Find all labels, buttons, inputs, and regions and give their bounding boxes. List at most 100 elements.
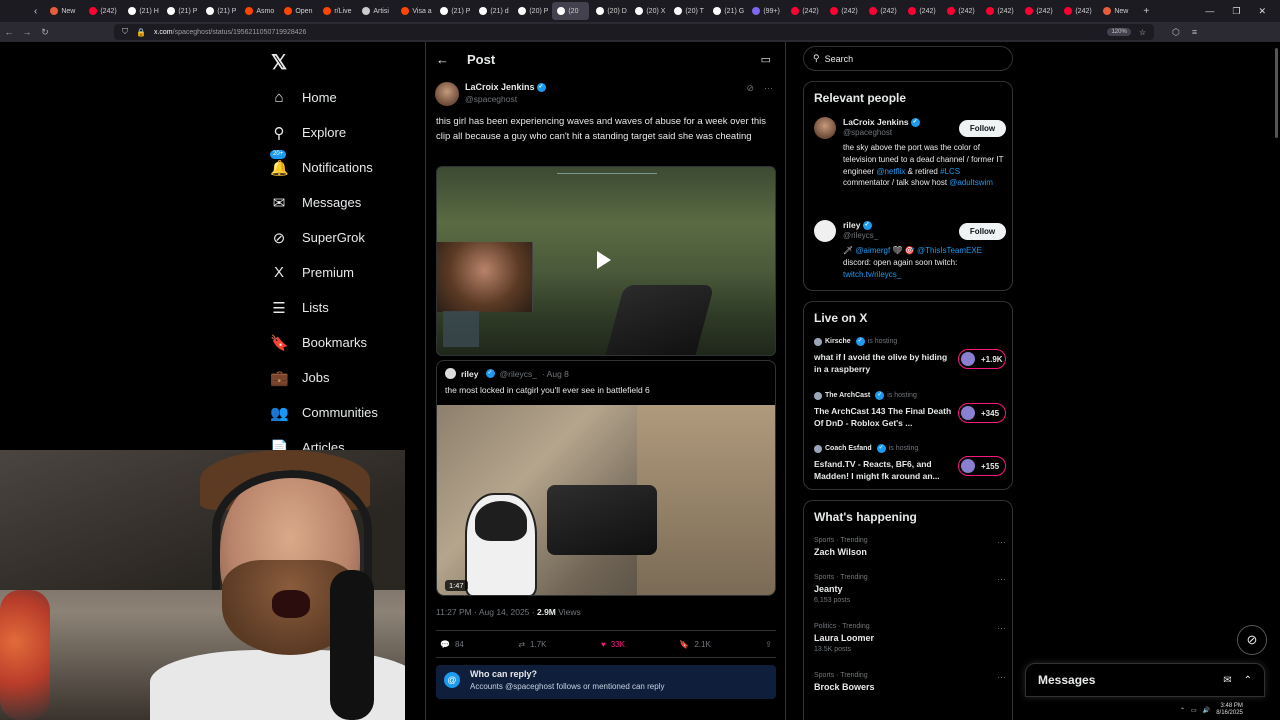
- browser-tab[interactable]: (20) X: [630, 2, 667, 20]
- forward-icon[interactable]: →: [18, 27, 36, 37]
- trend-item[interactable]: Sports · Trending Zach Wilson ···: [814, 537, 1006, 557]
- play-icon[interactable]: [597, 251, 611, 269]
- bio-link[interactable]: @netflix: [876, 167, 905, 176]
- search-input[interactable]: ⚲ Search: [803, 46, 1013, 71]
- listener-count-badge[interactable]: +155: [958, 456, 1006, 476]
- nav-item-home[interactable]: ⌂ Home: [270, 80, 378, 115]
- messages-drawer[interactable]: Messages ✉ ⌃: [1025, 663, 1265, 697]
- browser-tab[interactable]: New: [45, 2, 82, 20]
- browser-tab[interactable]: (242): [981, 2, 1018, 20]
- expand-icon[interactable]: ⌃: [1244, 675, 1252, 686]
- browser-tab[interactable]: Open: [279, 2, 316, 20]
- browser-tab[interactable]: (21) H: [123, 2, 160, 20]
- browser-tab[interactable]: (242): [942, 2, 979, 20]
- back-icon[interactable]: ←: [0, 27, 18, 37]
- close-icon[interactable]: ✕: [1258, 6, 1266, 17]
- bookmark-button[interactable]: 🔖 2.1K: [679, 640, 710, 649]
- tray-arrow-icon[interactable]: ⌃: [1180, 707, 1185, 714]
- maximize-icon[interactable]: ❐: [1232, 6, 1240, 17]
- browser-tab[interactable]: (21) P: [201, 2, 238, 20]
- browser-tab[interactable]: (242): [825, 2, 862, 20]
- nav-item-lists[interactable]: ☰ Lists: [270, 290, 378, 325]
- follow-button[interactable]: Follow: [959, 223, 1006, 240]
- browser-tab[interactable]: (242): [864, 2, 901, 20]
- bio-link[interactable]: #LCS: [940, 167, 960, 176]
- post-video[interactable]: [436, 166, 776, 356]
- listener-count-badge[interactable]: +345: [958, 403, 1006, 423]
- grok-float-button[interactable]: ⊘: [1237, 625, 1267, 655]
- live-space-item[interactable]: Coach Esfand ✓ is hosting Esfand.TV - React…: [814, 444, 1006, 482]
- nav-item-messages[interactable]: ✉ Messages: [270, 185, 378, 220]
- more-icon[interactable]: ···: [764, 83, 773, 94]
- author-name[interactable]: LaCroix Jenkins: [465, 82, 535, 92]
- network-icon[interactable]: ▭: [1191, 707, 1197, 714]
- volume-icon[interactable]: 🔊: [1203, 707, 1210, 714]
- follow-button[interactable]: Follow: [959, 120, 1006, 137]
- quoted-post[interactable]: riley ✓ @rileycs_ · Aug 8 the most locke…: [436, 360, 776, 596]
- browser-tab[interactable]: Asmo: [240, 2, 277, 20]
- nav-item-explore[interactable]: ⚲ Explore: [270, 115, 378, 150]
- more-icon[interactable]: ···: [997, 574, 1006, 584]
- browser-tab[interactable]: (20) T: [669, 2, 706, 20]
- address-bar[interactable]: ⛉ 🔒 x.com/spaceghost/status/195621105071…: [114, 24, 1154, 40]
- zoom-level[interactable]: 120%: [1107, 28, 1131, 36]
- tab-scroll-left-icon[interactable]: ‹: [28, 6, 43, 17]
- trend-item[interactable]: Politics · Trending Laura Loomer 13.5K pos…: [814, 623, 1006, 653]
- browser-tab[interactable]: Visa a: [396, 2, 433, 20]
- minimize-icon[interactable]: —: [1205, 6, 1214, 16]
- reply-button[interactable]: 💬 84: [440, 640, 464, 649]
- like-button[interactable]: ♥ 33K: [601, 640, 625, 649]
- trend-item[interactable]: Sports · Trending Brock Bowers ···: [814, 672, 1006, 692]
- bio-link[interactable]: @aimergf: [855, 246, 890, 255]
- browser-tab[interactable]: (21) G: [708, 2, 745, 20]
- avatar[interactable]: [814, 220, 836, 242]
- nav-item-jobs[interactable]: 💼 Jobs: [270, 360, 378, 395]
- browser-tab[interactable]: (20) D: [591, 2, 628, 20]
- timestamp-text[interactable]: 11:27 PM · Aug 14, 2025 ·: [436, 607, 535, 617]
- avatar[interactable]: [814, 117, 836, 139]
- repost-button[interactable]: ⇄ 1.7K: [518, 640, 546, 649]
- browser-tab[interactable]: (242): [84, 2, 121, 20]
- author-handle[interactable]: @spaceghost: [465, 94, 546, 104]
- listener-count-badge[interactable]: +1.9K: [958, 349, 1006, 369]
- browser-tab[interactable]: (242): [786, 2, 823, 20]
- trend-item[interactable]: Sports · Trending Jeanty 6,153 posts ···: [814, 574, 1006, 604]
- share-button[interactable]: ⇪: [765, 640, 772, 649]
- browser-tab[interactable]: (21) P: [435, 2, 472, 20]
- x-logo-icon[interactable]: 𝕏: [271, 50, 287, 75]
- new-tab-icon[interactable]: +: [1137, 6, 1155, 17]
- browser-tab[interactable]: Artisi: [357, 2, 394, 20]
- avatar[interactable]: [435, 82, 459, 106]
- reload-icon[interactable]: ↻: [36, 27, 54, 38]
- browser-tab[interactable]: (99+): [747, 2, 784, 20]
- quoted-video[interactable]: 1:47: [437, 405, 775, 595]
- browser-tab[interactable]: (242): [1059, 2, 1096, 20]
- browser-tab[interactable]: (20) P: [513, 2, 550, 20]
- extension-icon[interactable]: ⬡: [1172, 27, 1180, 38]
- more-icon[interactable]: ···: [997, 623, 1006, 633]
- browser-tab[interactable]: (21) d: [474, 2, 511, 20]
- nav-item-premium[interactable]: X Premium: [270, 255, 378, 290]
- browser-tab[interactable]: r/Live: [318, 2, 355, 20]
- browser-tab[interactable]: (21) P: [162, 2, 199, 20]
- person-handle[interactable]: @rileycs_: [843, 231, 878, 240]
- person-name[interactable]: riley: [843, 220, 861, 230]
- person-handle[interactable]: @spaceghost: [843, 128, 892, 137]
- nav-item-bookmarks[interactable]: 🔖 Bookmarks: [270, 325, 378, 360]
- browser-tab[interactable]: New: [1098, 2, 1135, 20]
- new-message-icon[interactable]: ✉: [1223, 675, 1231, 686]
- grok-icon[interactable]: ⊘: [746, 83, 754, 94]
- bio-link[interactable]: twitch.tv/rileycs_: [843, 270, 901, 279]
- live-space-item[interactable]: Kirsche ✓ is hosting what if I avoid the ol…: [814, 337, 1006, 375]
- browser-tab[interactable]: (20: [552, 2, 590, 20]
- browser-tab[interactable]: (242): [1020, 2, 1057, 20]
- menu-icon[interactable]: ≡: [1192, 27, 1197, 38]
- more-icon[interactable]: ···: [997, 537, 1006, 547]
- more-icon[interactable]: ···: [997, 672, 1006, 682]
- person-name[interactable]: LaCroix Jenkins: [843, 117, 909, 127]
- post-author[interactable]: LaCroix Jenkins ✓ @spaceghost: [435, 82, 546, 106]
- scrollbar[interactable]: [1275, 48, 1278, 138]
- star-icon[interactable]: ☆: [1139, 28, 1146, 37]
- live-space-item[interactable]: The ArchCast ✓ is hosting The ArchCast 143 …: [814, 391, 1006, 429]
- back-arrow-icon[interactable]: ←: [436, 52, 449, 67]
